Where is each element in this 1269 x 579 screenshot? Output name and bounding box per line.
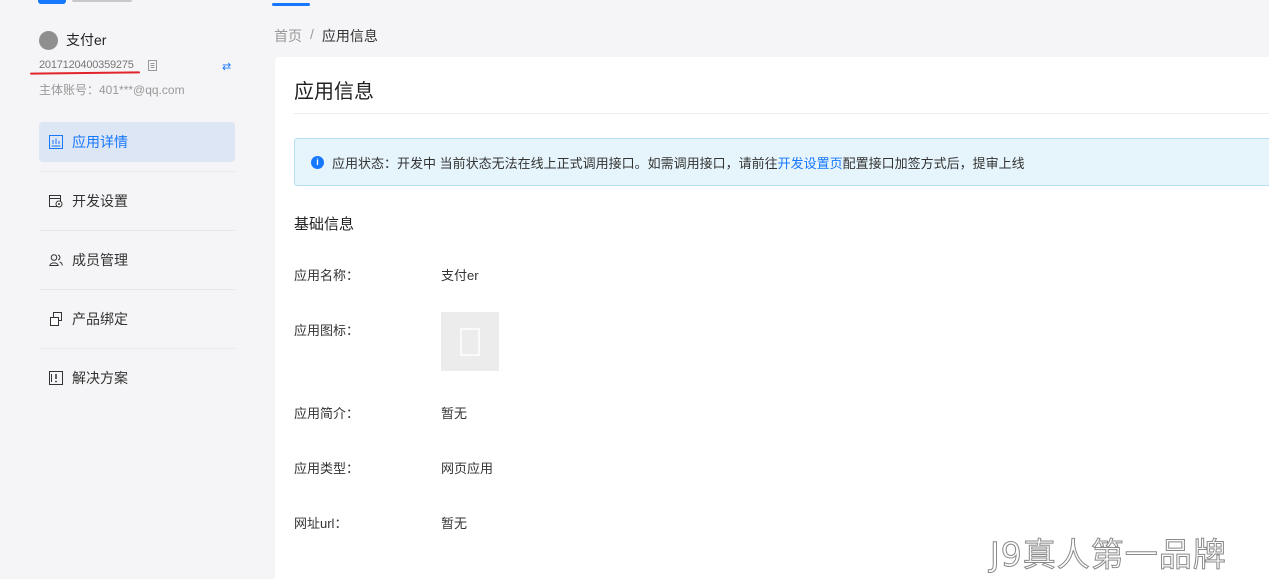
- sidebar-item-label: 解决方案: [72, 370, 128, 386]
- section-title: 基础信息: [294, 216, 355, 233]
- app-name-value: 支付er: [441, 268, 479, 283]
- chart-icon: [49, 135, 63, 149]
- alert-text-suffix: 配置接口加签方式后，提审上线: [842, 155, 1025, 171]
- dev-settings-link[interactable]: 开发设置页: [778, 153, 843, 172]
- sidebar-item-label: 开发设置: [72, 193, 128, 209]
- app-icon-label: 应用图标：: [294, 323, 360, 338]
- sidebar-item-app-details[interactable]: 应用详情: [39, 122, 235, 172]
- link-icon: [49, 312, 63, 326]
- app-id: 2017120400359275: [39, 59, 134, 71]
- sidebar-item-solutions[interactable]: 解决方案: [39, 358, 235, 398]
- sidebar-item-dev-settings[interactable]: 开发设置: [39, 181, 235, 231]
- sidebar-item-members[interactable]: 成员管理: [39, 240, 235, 290]
- sidebar-item-label: 成员管理: [72, 252, 128, 268]
- breadcrumb-current: 应用信息: [321, 28, 378, 44]
- app-icon-image: [441, 312, 499, 371]
- app-name-label: 应用名称：: [294, 268, 360, 283]
- app-url-value: 暂无: [441, 516, 468, 531]
- alert-text-prefix: 应用状态：开发中 当前状态无法在线上正式调用接口。如需调用接口，请前往: [332, 155, 778, 171]
- breadcrumb-home[interactable]: 首页: [274, 26, 302, 46]
- switch-icon[interactable]: ⇄: [222, 60, 231, 73]
- users-icon: [49, 253, 63, 267]
- owner-account: 主体账号：401***@qq.com: [39, 83, 185, 97]
- copy-icon[interactable]: [147, 59, 158, 71]
- red-annotation-underline: [29, 71, 141, 75]
- app-intro-label: 应用简介：: [294, 406, 360, 421]
- active-tab-indicator: [272, 3, 310, 6]
- page-title: 应用信息: [294, 81, 374, 103]
- watermark: J9真人第一品牌: [990, 535, 1227, 575]
- sidebar-item-label: 产品绑定: [72, 311, 128, 327]
- app-type-label: 应用类型：: [294, 461, 360, 476]
- app-type-value: 网页应用: [441, 461, 494, 476]
- main-card: 应用信息 i 应用状态：开发中 当前状态无法在线上正式调用接口。如需调用接口，请…: [275, 57, 1269, 579]
- app-name: 支付er: [66, 32, 107, 48]
- image-placeholder-icon: [460, 327, 480, 356]
- app-intro-value: 暂无: [441, 406, 468, 421]
- logo: [38, 0, 66, 4]
- solution-icon: [49, 371, 63, 385]
- sidebar-item-product-binding[interactable]: 产品绑定: [39, 299, 235, 349]
- sidebar-item-label: 应用详情: [72, 134, 128, 150]
- status-alert: i 应用状态：开发中 当前状态无法在线上正式调用接口。如需调用接口，请前往 开发设…: [294, 138, 1269, 186]
- info-icon: i: [311, 155, 324, 169]
- divider: [294, 113, 1269, 114]
- logo-text: [72, 0, 132, 2]
- breadcrumb-separator: /: [310, 26, 314, 42]
- app-switcher[interactable]: 支付er: [39, 30, 106, 50]
- app-url-label: 网址url：: [294, 516, 348, 531]
- sidebar: 支付er 2017120400359275 ⇄ 主体账号：401***@qq.c…: [0, 0, 258, 579]
- sidebar-menu: 应用详情 开发设置 成员管理 产品绑定 解决方案: [39, 122, 235, 417]
- settings-doc-icon: [49, 194, 63, 208]
- app-avatar: [39, 30, 58, 50]
- breadcrumb: 首页 / 应用信息: [274, 26, 378, 46]
